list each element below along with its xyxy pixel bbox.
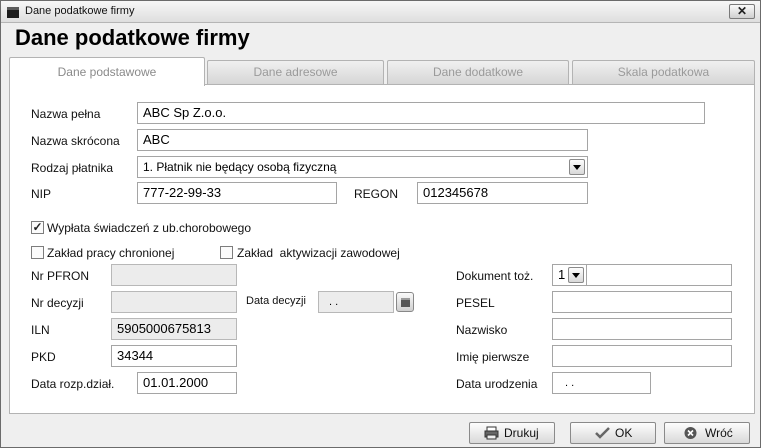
rodzaj-platnika-label: Rodzaj płatnika <box>31 161 114 175</box>
nazwa-pelna-input[interactable]: ABC Sp Z.o.o. <box>137 102 705 124</box>
close-circle-icon <box>684 427 697 439</box>
drukuj-button[interactable]: Drukuj <box>469 422 555 444</box>
nazwisko-label: Nazwisko <box>456 323 508 337</box>
nr-pfron-input[interactable] <box>111 264 237 286</box>
tab-skala-podatkowa[interactable]: Skala podatkowa <box>572 60 755 84</box>
data-decyzji-label: Data decyzji <box>246 295 306 307</box>
data-rozp-label: Data rozp.dział. <box>31 377 115 391</box>
nr-decyzji-label: Nr decyzji <box>31 296 84 310</box>
checkmark-icon <box>595 427 610 439</box>
drukuj-label: Drukuj <box>504 426 539 440</box>
tab-dane-adresowe[interactable]: Dane adresowe <box>207 60 384 84</box>
zaklad-chronionej-checkbox[interactable] <box>31 246 44 259</box>
dialog-window: Dane podatkowe firmy ✕ Dane podatkowe fi… <box>0 0 761 448</box>
zaklad-chronionej-label: Zakład pracy chronionej <box>47 246 175 260</box>
nazwa-skrocona-input[interactable]: ABC <box>137 129 588 151</box>
title-bar: Dane podatkowe firmy ✕ <box>1 1 760 23</box>
window-icon <box>7 7 19 18</box>
wroc-label: Wróć <box>705 426 733 440</box>
nazwa-pelna-label: Nazwa pełna <box>31 107 101 121</box>
dokument-value: 1 <box>558 267 566 282</box>
imie-input[interactable] <box>552 345 732 367</box>
nr-pfron-label: Nr PFRON <box>31 269 89 283</box>
tab-dane-dodatkowe[interactable]: Dane dodatkowe <box>387 60 569 84</box>
zaklad-aktywizacji-checkbox[interactable] <box>220 246 233 259</box>
printer-icon <box>484 426 499 440</box>
calendar-button[interactable] <box>396 292 414 312</box>
dokument-label: Dokument toż. <box>456 269 534 283</box>
zaklad-aktywizacji-label: Zakład aktywizacji zawodowej <box>237 246 400 260</box>
nip-label: NIP <box>31 187 52 201</box>
data-urodzenia-input[interactable]: . . <box>552 372 651 394</box>
close-icon: ✕ <box>736 4 748 18</box>
pesel-input[interactable] <box>552 291 732 313</box>
nr-decyzji-input[interactable] <box>111 291 237 313</box>
wyplata-label: Wypłata świadczeń z ub.chorobowego <box>47 221 252 235</box>
pkd-label: PKD <box>31 350 56 364</box>
nazwisko-input[interactable] <box>552 318 732 340</box>
rodzaj-platnika-dropdown-button[interactable] <box>569 159 585 175</box>
imie-label: Imię pierwsze <box>456 350 530 364</box>
data-rozp-input[interactable]: 01.01.2000 <box>137 372 237 394</box>
calendar-icon <box>401 298 410 307</box>
close-button[interactable]: ✕ <box>729 4 755 19</box>
pesel-label: PESEL <box>456 296 495 310</box>
iln-label: ILN <box>31 323 50 337</box>
ok-label: OK <box>615 426 633 440</box>
nazwa-skrocona-label: Nazwa skrócona <box>31 134 120 148</box>
iln-input[interactable]: 5905000675813 <box>111 318 237 340</box>
dokument-dropdown-button[interactable] <box>568 267 584 283</box>
rodzaj-platnika-select[interactable]: 1. Płatnik nie będący osobą fizyczną <box>137 156 588 178</box>
pkd-input[interactable]: 34344 <box>111 345 237 367</box>
window-title: Dane podatkowe firmy <box>25 5 135 17</box>
page-title: Dane podatkowe firmy <box>15 25 250 50</box>
regon-label: REGON <box>354 187 399 201</box>
data-decyzji-input[interactable]: . . <box>318 291 394 313</box>
wroc-button[interactable]: Wróć <box>664 422 750 444</box>
rodzaj-platnika-value: 1. Płatnik nie będący osobą fizyczną <box>143 160 337 174</box>
ok-button[interactable]: OK <box>570 422 656 444</box>
tab-dane-podstawowe[interactable]: Dane podstawowe <box>9 57 205 86</box>
regon-input[interactable]: 012345678 <box>417 182 588 204</box>
nip-input[interactable]: 777-22-99-33 <box>137 182 337 204</box>
wyplata-checkbox[interactable]: ✓ <box>31 221 44 234</box>
data-urodzenia-label: Data urodzenia <box>456 377 538 391</box>
